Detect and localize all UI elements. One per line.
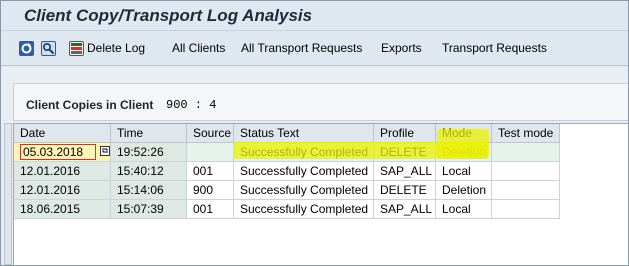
- all-transport-requests-button[interactable]: All Transport Requests: [241, 41, 362, 55]
- status-text-cell[interactable]: Successfully Completed: [233, 199, 374, 219]
- find-icon[interactable]: [41, 41, 56, 56]
- table-row[interactable]: 05.03.2018 ⧉ 19:52:26 Successfully Comple…: [14, 142, 560, 162]
- column-header-profile[interactable]: Profile: [373, 124, 436, 143]
- status-text-cell[interactable]: Successfully Completed: [233, 180, 374, 200]
- column-header-mode[interactable]: Mode: [435, 124, 492, 143]
- time-cell[interactable]: 15:14:06: [110, 180, 187, 200]
- source-cell[interactable]: [186, 142, 234, 162]
- profile-cell[interactable]: SAP_ALL: [373, 161, 436, 181]
- source-cell[interactable]: 001: [186, 161, 234, 181]
- test-mode-cell[interactable]: [491, 161, 560, 181]
- mode-cell[interactable]: Local: [435, 199, 492, 219]
- log-grid: Date Time Source Status Text Profile Mod…: [13, 123, 628, 265]
- refresh-icon[interactable]: [19, 41, 34, 56]
- time-cell[interactable]: 19:52:26: [110, 142, 187, 162]
- application-toolbar: Delete Log All Clients All Transport Req…: [1, 32, 628, 66]
- date-cell[interactable]: 12.01.2016: [14, 161, 111, 181]
- delete-log-icon[interactable]: [69, 41, 84, 56]
- date-input[interactable]: 05.03.2018: [20, 143, 96, 160]
- column-header-time[interactable]: Time: [110, 124, 187, 143]
- source-cell[interactable]: 001: [186, 199, 234, 219]
- column-header-status-text[interactable]: Status Text: [233, 124, 374, 143]
- grid-header-row: Date Time Source Status Text Profile Mod…: [14, 124, 560, 143]
- grid-row-selector-column[interactable]: [4, 123, 12, 265]
- value-help-icon[interactable]: ⧉: [100, 146, 110, 157]
- mode-cell[interactable]: Deletion: [435, 180, 492, 200]
- status-text-cell[interactable]: Successfully Completed: [233, 161, 374, 181]
- client-copies-label: Client Copies in Client: [26, 98, 154, 112]
- time-cell[interactable]: 15:40:12: [110, 161, 187, 181]
- all-clients-button[interactable]: All Clients: [172, 41, 225, 55]
- date-cell[interactable]: 12.01.2016: [14, 180, 111, 200]
- profile-cell[interactable]: DELETE: [373, 142, 436, 162]
- table-row[interactable]: 12.01.2016 15:14:06 900 Successfully Com…: [14, 180, 560, 200]
- delete-log-button[interactable]: Delete Log: [87, 41, 145, 55]
- mode-cell[interactable]: Deletion: [435, 142, 492, 162]
- date-cell[interactable]: 05.03.2018 ⧉: [14, 142, 111, 162]
- column-header-test-mode[interactable]: Test mode: [491, 124, 560, 143]
- test-mode-cell[interactable]: [491, 199, 560, 219]
- table-row[interactable]: 12.01.2016 15:40:12 001 Successfully Com…: [14, 161, 560, 181]
- source-cell[interactable]: 900: [186, 180, 234, 200]
- client-copies-section: Client Copies in Client 900 : 4: [13, 83, 628, 121]
- date-cell[interactable]: 18.06.2015: [14, 199, 111, 219]
- profile-cell[interactable]: DELETE: [373, 180, 436, 200]
- time-cell[interactable]: 15:07:39: [110, 199, 187, 219]
- profile-cell[interactable]: SAP_ALL: [373, 199, 436, 219]
- status-text-cell[interactable]: Successfully Completed: [233, 142, 374, 162]
- exports-button[interactable]: Exports: [381, 41, 422, 55]
- title-bar: Client Copy/Transport Log Analysis: [1, 1, 628, 31]
- column-header-date[interactable]: Date: [14, 124, 111, 143]
- transport-requests-button[interactable]: Transport Requests: [442, 41, 547, 55]
- column-header-source[interactable]: Source: [186, 124, 234, 143]
- window-title: Client Copy/Transport Log Analysis: [24, 6, 313, 25]
- test-mode-cell[interactable]: [491, 142, 560, 162]
- client-copies-value: 900 : 4: [166, 98, 217, 112]
- table-row[interactable]: 18.06.2015 15:07:39 001 Successfully Com…: [14, 199, 560, 219]
- mode-cell[interactable]: Local: [435, 161, 492, 181]
- test-mode-cell[interactable]: [491, 180, 560, 200]
